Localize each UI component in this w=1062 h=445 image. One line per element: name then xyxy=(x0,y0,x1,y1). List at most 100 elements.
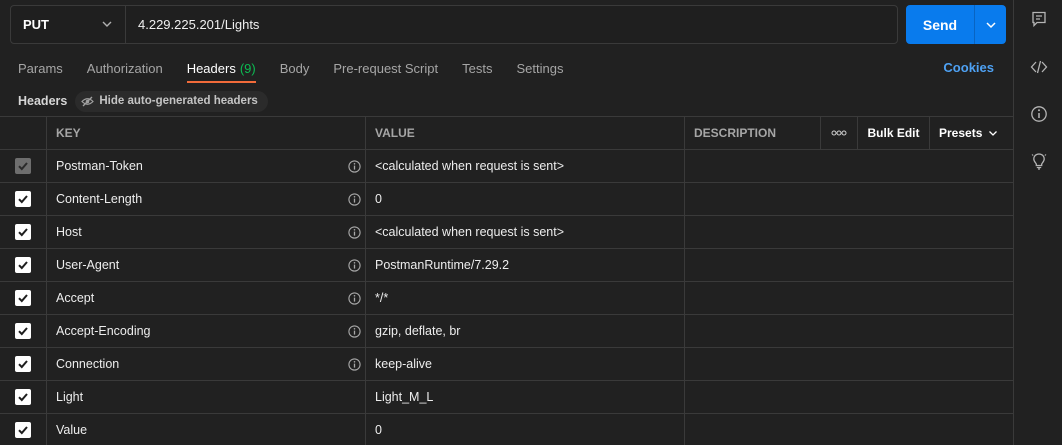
header-key: Content-Length xyxy=(56,192,143,206)
header-key-cell[interactable]: Postman-Token xyxy=(47,150,366,182)
table-row: Connection keep-alive xyxy=(0,348,1013,381)
header-description-cell[interactable] xyxy=(685,381,1013,413)
header-key-cell[interactable]: Value xyxy=(47,414,366,445)
row-checkbox[interactable] xyxy=(15,422,31,438)
table-row: Accept */* xyxy=(0,282,1013,315)
tab-tests[interactable]: Tests xyxy=(462,56,492,80)
header-value-cell[interactable]: 0 xyxy=(366,183,685,215)
presets-dropdown[interactable]: Presets xyxy=(930,117,1013,149)
row-checkbox[interactable] xyxy=(15,257,31,273)
header-key-cell[interactable]: Connection xyxy=(47,348,366,380)
chevron-down-icon xyxy=(985,21,996,28)
header-value-cell[interactable]: PostmanRuntime/7.29.2 xyxy=(366,249,685,281)
tab-body[interactable]: Body xyxy=(280,56,310,80)
header-description-cell[interactable] xyxy=(685,348,1013,380)
info-icon[interactable] xyxy=(348,259,361,272)
header-value: Light_M_L xyxy=(375,390,434,404)
eye-off-icon xyxy=(81,96,95,106)
header-value: gzip, deflate, br xyxy=(375,324,461,338)
header-key: Connection xyxy=(56,357,120,371)
row-checkbox-cell xyxy=(0,183,47,215)
header-key: Postman-Token xyxy=(56,159,143,173)
code-icon[interactable] xyxy=(1030,58,1048,76)
bulk-edit-button[interactable]: Bulk Edit xyxy=(858,117,930,149)
header-value-cell[interactable]: gzip, deflate, br xyxy=(366,315,685,347)
tab-label: Params xyxy=(18,60,63,76)
tab-pre-request-script[interactable]: Pre-request Script xyxy=(333,56,438,80)
row-checkbox[interactable] xyxy=(15,290,31,306)
row-checkbox xyxy=(15,158,31,174)
row-checkbox[interactable] xyxy=(15,191,31,207)
header-description-cell[interactable] xyxy=(685,282,1013,314)
header-key-cell[interactable]: Light xyxy=(47,381,366,413)
row-checkbox-cell xyxy=(0,315,47,347)
table-row: Value 0 xyxy=(0,414,1013,445)
comment-icon[interactable] xyxy=(1030,10,1048,28)
right-sidebar xyxy=(1013,0,1062,445)
table-row: User-Agent PostmanRuntime/7.29.2 xyxy=(0,249,1013,282)
info-icon[interactable] xyxy=(348,292,361,305)
header-value-cell[interactable]: Light_M_L xyxy=(366,381,685,413)
row-checkbox[interactable] xyxy=(15,323,31,339)
request-tabs: Params Authorization Headers (9) Body Pre… xyxy=(0,56,1012,84)
info-icon[interactable] xyxy=(348,325,361,338)
header-value-cell[interactable]: */* xyxy=(366,282,685,314)
headers-section-label: Headers xyxy=(18,94,68,108)
method-select[interactable]: PUT xyxy=(11,6,126,43)
header-key-cell[interactable]: Host xyxy=(47,216,366,248)
info-icon[interactable] xyxy=(348,358,361,371)
checkmark-icon xyxy=(18,261,28,270)
row-checkbox-cell xyxy=(0,249,47,281)
lightbulb-icon[interactable] xyxy=(1030,152,1048,170)
header-key: User-Agent xyxy=(56,258,120,272)
header-description-cell[interactable] xyxy=(685,183,1013,215)
header-value: <calculated when request is sent> xyxy=(375,225,565,239)
send-button[interactable]: Send xyxy=(906,5,974,44)
info-icon[interactable] xyxy=(348,226,361,239)
tab-settings[interactable]: Settings xyxy=(516,56,563,80)
more-options-button[interactable] xyxy=(821,117,858,149)
chevron-down-icon xyxy=(102,21,112,27)
url-input[interactable]: 4.229.225.201/Lights xyxy=(126,6,897,43)
checkmark-icon xyxy=(18,393,28,402)
header-key-cell[interactable]: Accept xyxy=(47,282,366,314)
header-description-cell[interactable] xyxy=(685,315,1013,347)
info-icon[interactable] xyxy=(1030,105,1048,123)
header-key-cell[interactable]: Accept-Encoding xyxy=(47,315,366,347)
info-icon[interactable] xyxy=(348,193,361,206)
checkmark-icon xyxy=(18,327,28,336)
row-checkbox[interactable] xyxy=(15,224,31,240)
header-key-cell[interactable]: User-Agent xyxy=(47,249,366,281)
header-description-cell[interactable] xyxy=(685,216,1013,248)
header-description-cell[interactable] xyxy=(685,249,1013,281)
header-key-cell[interactable]: Content-Length xyxy=(47,183,366,215)
send-options-button[interactable] xyxy=(974,5,1006,44)
checkmark-icon xyxy=(18,294,28,303)
header-value-cell[interactable]: keep-alive xyxy=(366,348,685,380)
tab-label: Body xyxy=(279,60,310,76)
header-description-cell[interactable] xyxy=(685,150,1013,182)
cookies-link[interactable]: Cookies xyxy=(943,60,994,75)
tab-params[interactable]: Params xyxy=(18,56,63,80)
row-checkbox[interactable] xyxy=(15,389,31,405)
table-row: Accept-Encoding gzip, deflate, br xyxy=(0,315,1013,348)
header-key: Accept-Encoding xyxy=(56,324,151,338)
row-checkbox[interactable] xyxy=(15,356,31,372)
tab-label: Authorization xyxy=(86,60,163,76)
header-value-cell[interactable]: <calculated when request is sent> xyxy=(366,150,685,182)
tab-label: Headers xyxy=(186,61,236,76)
tab-authorization[interactable]: Authorization xyxy=(87,56,163,80)
header-value-cell[interactable]: <calculated when request is sent> xyxy=(366,216,685,248)
header-value: keep-alive xyxy=(375,357,432,371)
info-icon[interactable] xyxy=(348,160,361,173)
tab-headers[interactable]: Headers (9) xyxy=(186,56,256,83)
row-checkbox-cell xyxy=(0,414,47,445)
hide-button-label: Hide auto-generated headers xyxy=(99,95,258,107)
header-description-cell[interactable] xyxy=(685,414,1013,445)
header-value: 0 xyxy=(375,192,382,206)
row-checkbox-cell xyxy=(0,150,47,182)
hide-auto-generated-headers-button[interactable]: Hide auto-generated headers xyxy=(75,90,268,112)
header-value-cell[interactable]: 0 xyxy=(366,414,685,445)
row-checkbox-cell xyxy=(0,282,47,314)
chevron-down-icon xyxy=(989,131,998,136)
